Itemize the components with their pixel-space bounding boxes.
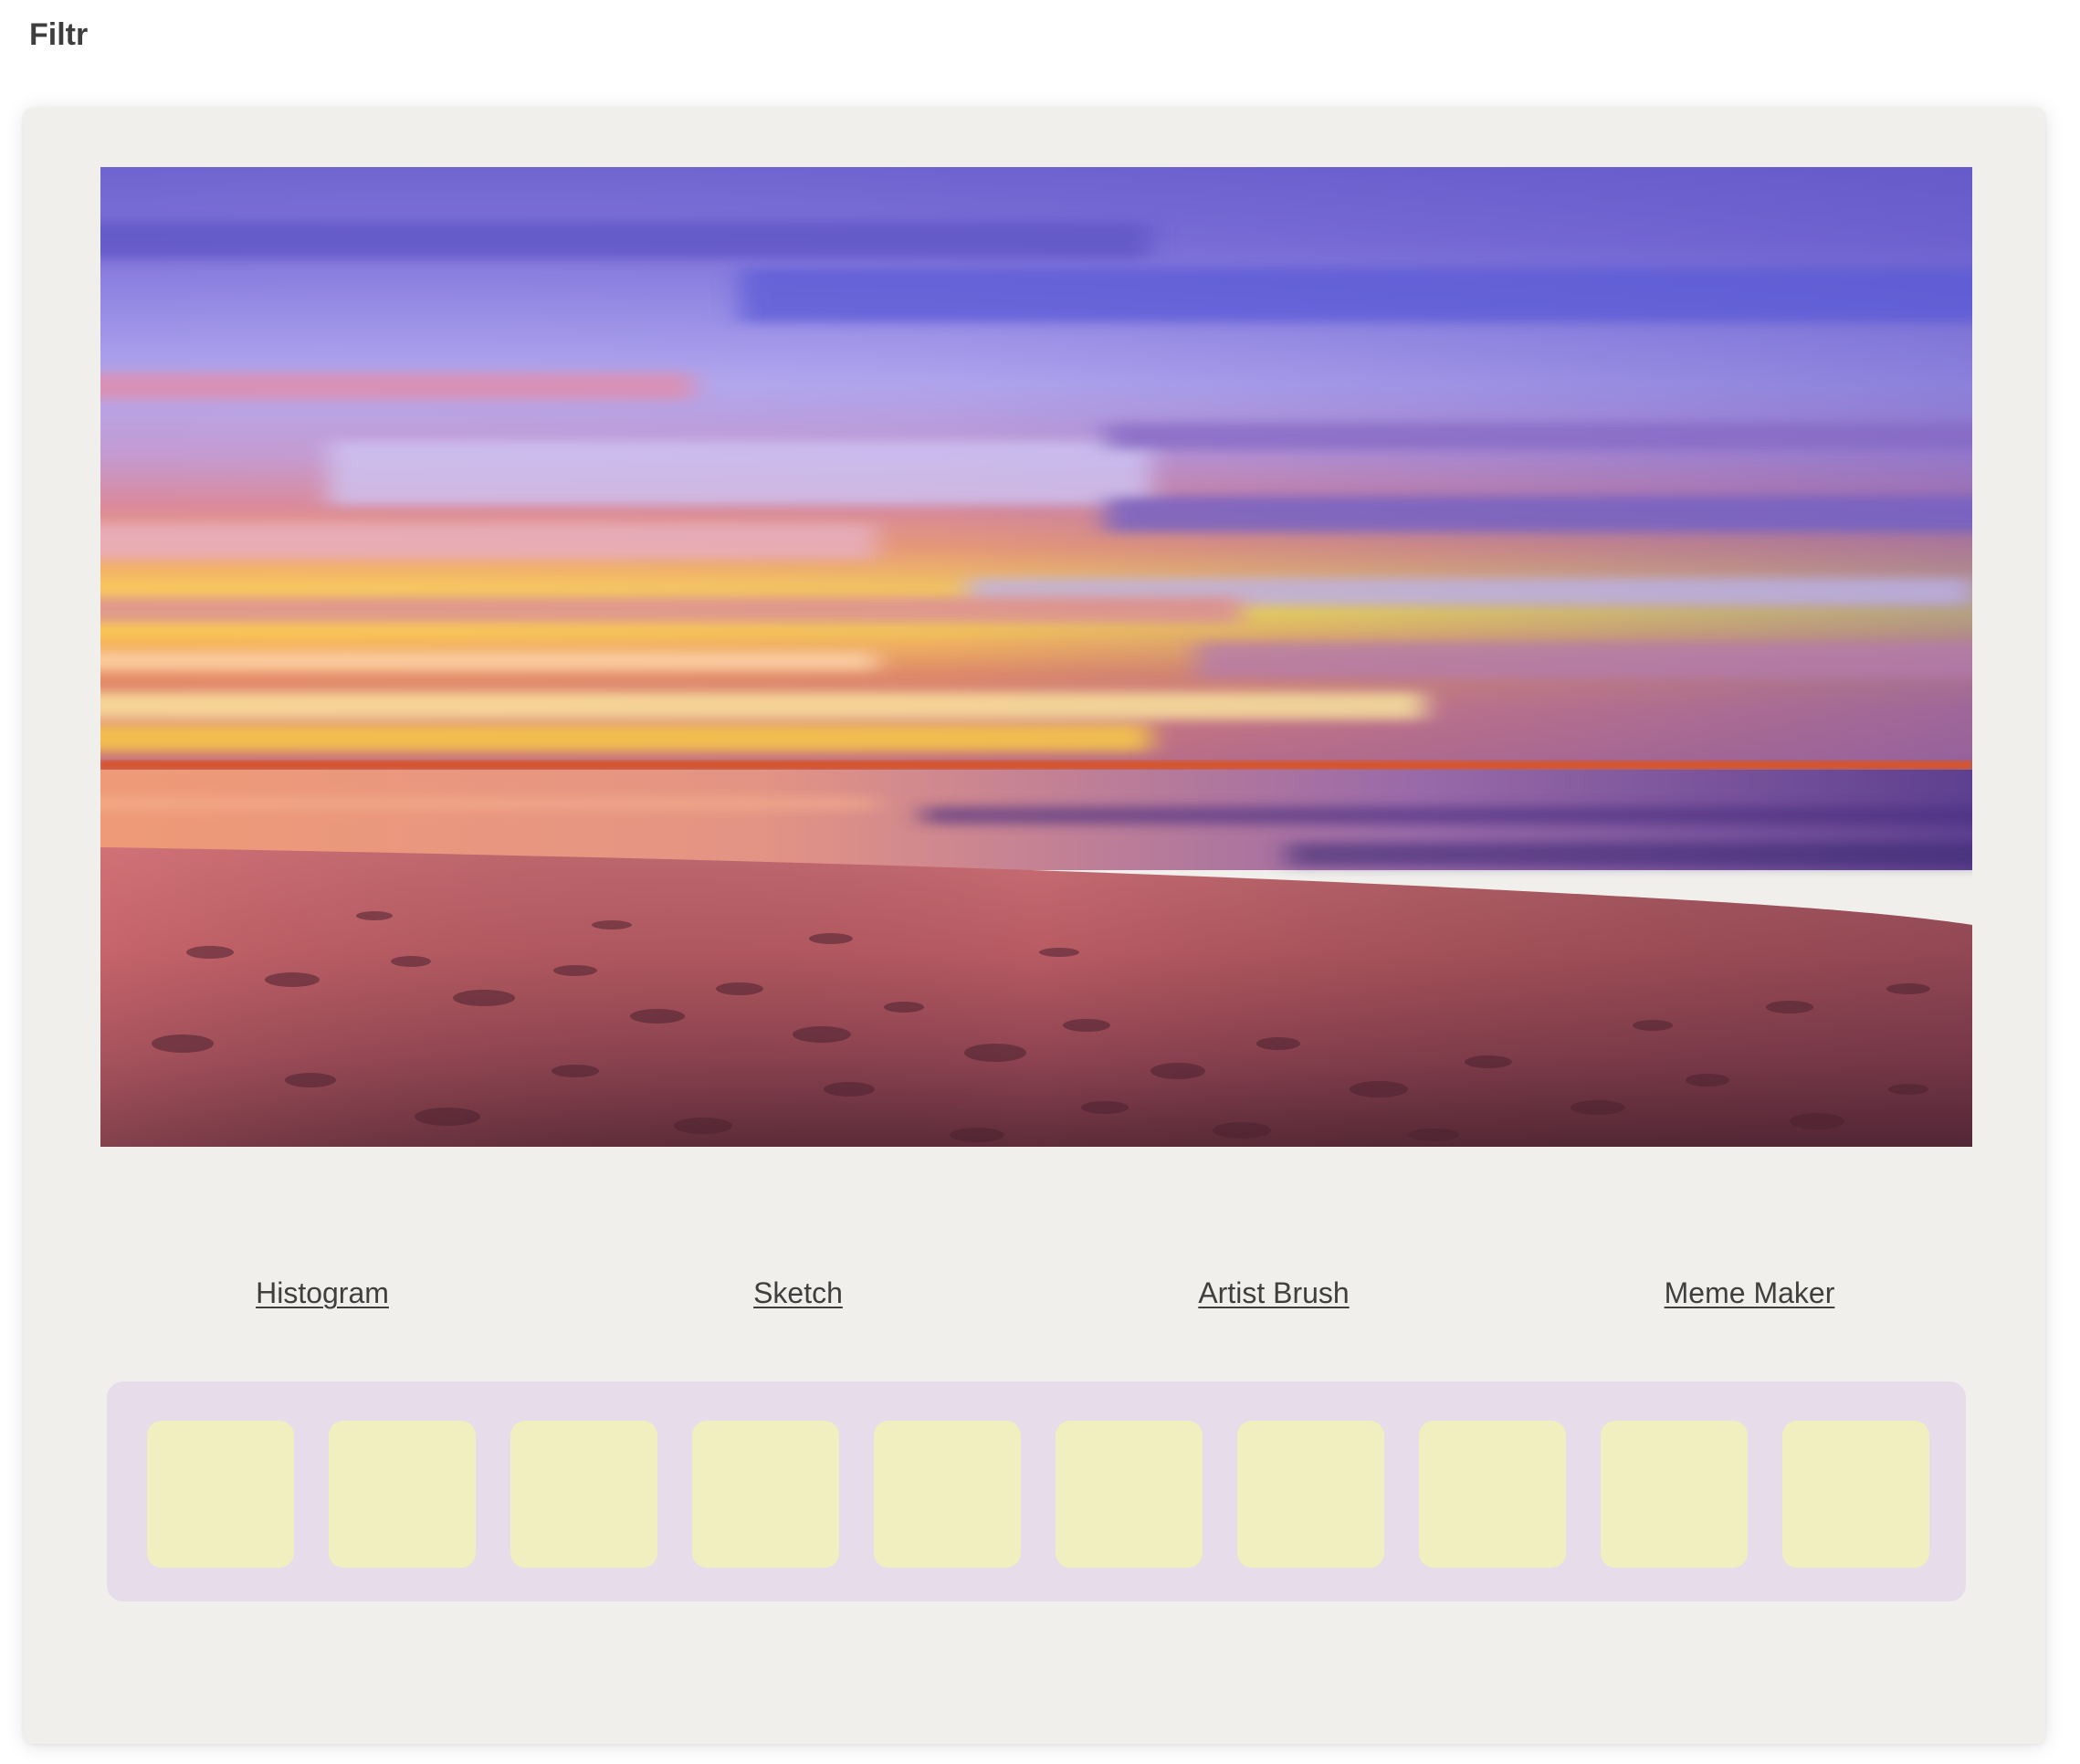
thumbnail-slot[interactable] xyxy=(1056,1421,1203,1568)
thumbnail-slot[interactable] xyxy=(1782,1421,1929,1568)
thumbnail-slot[interactable] xyxy=(1237,1421,1384,1568)
filter-link-sketch[interactable]: Sketch xyxy=(753,1276,843,1310)
thumbnail-slot[interactable] xyxy=(692,1421,839,1568)
thumbnail-slot[interactable] xyxy=(510,1421,657,1568)
thumbnail-slot[interactable] xyxy=(147,1421,294,1568)
thumbnail-tray xyxy=(107,1381,1966,1601)
thumbnail-slot[interactable] xyxy=(874,1421,1021,1568)
app-title: Filtr xyxy=(29,17,89,52)
thumbnail-slot[interactable] xyxy=(1601,1421,1748,1568)
filter-link-histogram[interactable]: Histogram xyxy=(256,1276,389,1310)
filter-link-artist-brush[interactable]: Artist Brush xyxy=(1198,1276,1349,1310)
filter-links: Histogram Sketch Artist Brush Meme Maker xyxy=(0,1276,2080,1322)
preview-image xyxy=(100,167,1972,1147)
thumbnail-slot[interactable] xyxy=(329,1421,476,1568)
filter-link-meme-maker[interactable]: Meme Maker xyxy=(1665,1276,1835,1310)
thumbnail-slot[interactable] xyxy=(1419,1421,1566,1568)
